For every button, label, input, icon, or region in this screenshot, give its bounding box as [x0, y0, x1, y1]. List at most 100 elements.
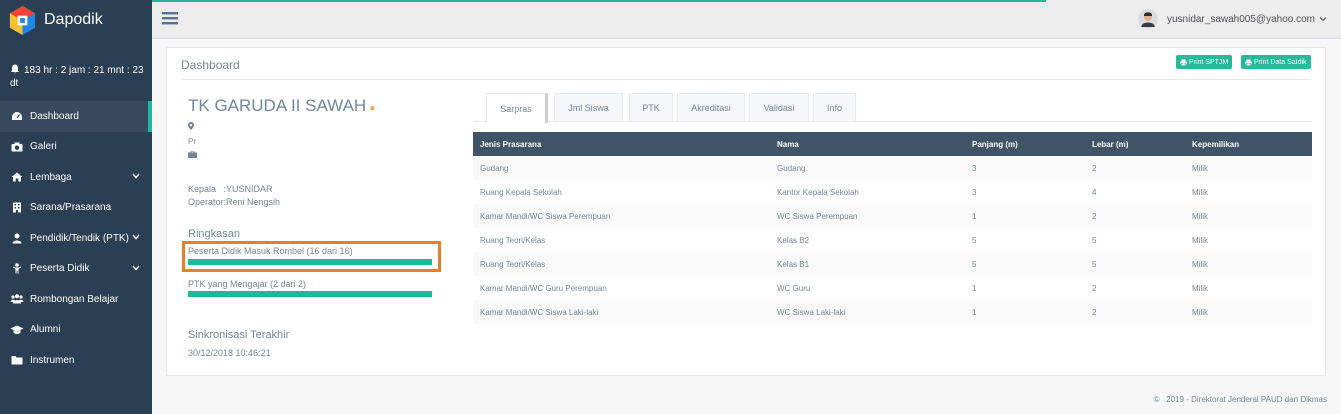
loading-progress-bar	[152, 0, 1046, 2]
sidebar-item-peserta-didik[interactable]: Peserta Didik	[0, 254, 152, 285]
map-marker-icon	[188, 122, 194, 130]
ptk-summary-label: PTK yang Mengajar (2 dari 2)	[188, 279, 307, 289]
table-row[interactable]: Ruang Kepala Sekolah Kantor Kepala Sekola…	[473, 180, 1312, 204]
sidebar-item-alumni[interactable]: Alumni	[0, 315, 152, 346]
print-icon	[1245, 59, 1252, 66]
print-data-satdik-label: Print Data Satdik	[1254, 58, 1307, 66]
brand-name: Dapodik	[44, 11, 103, 28]
table-row[interactable]: Kamar Mandi/WC Guru Perempuan WC Guru 1 2 Mi…	[473, 276, 1312, 300]
table-cell: Gudang	[770, 156, 965, 180]
table-cell: 1	[965, 300, 1085, 324]
table-cell: Milik	[1185, 276, 1312, 300]
sidebar-item-galeri[interactable]: Galeri	[0, 132, 152, 163]
table-row[interactable]: Ruang Teori/Kelas Kelas B1 5 5 Milik	[473, 252, 1312, 276]
dapodik-logo-icon	[9, 5, 36, 35]
sidebar-item-label: Sarana/Prasarana	[30, 202, 112, 214]
building-icon	[10, 202, 24, 214]
tab-info[interactable]: Info	[813, 93, 856, 121]
table-row[interactable]: Ruang Teori/Kelas Kelas B2 5 5 Milik	[473, 228, 1312, 252]
sidebar-item-label: Instrumen	[30, 354, 75, 366]
tab-ptk[interactable]: PTK	[629, 93, 673, 121]
sidebar-item-label: Alumni	[30, 324, 61, 336]
sidebar-item-label: Peserta Didik	[30, 263, 90, 275]
table-cell: 3	[965, 156, 1085, 180]
tab-label: Sarpras	[500, 103, 532, 114]
tab-jml-siswa[interactable]: Jml Siswa	[554, 93, 623, 121]
countdown: 183 hr : 2 jam : 21 mnt : 23 dt	[10, 64, 150, 90]
table-cell: Kamar Mandi/WC Guru Perempuan	[473, 276, 770, 300]
school-type: Pr	[188, 137, 196, 146]
user-menu[interactable]: yusnidar_sawah005@yahoo.com	[1137, 9, 1327, 29]
highlight-box	[182, 241, 441, 272]
tab-sarpras[interactable]: Sarpras	[486, 93, 548, 123]
sidebar-item-dashboard[interactable]: Dashboard	[0, 101, 152, 132]
print-sptjm-label: Print SPTJM	[1189, 58, 1229, 66]
sarpras-table: Jenis Prasarana Nama Panjang (m) Lebar (…	[473, 132, 1312, 324]
table-cell: WC Siswa Perempuan	[770, 204, 965, 228]
table-row[interactable]: Gudang Gudang 3 2 Milik	[473, 156, 1312, 180]
camera-icon	[10, 141, 24, 153]
table-cell: 2	[1085, 156, 1185, 180]
home-icon	[10, 171, 24, 183]
column-header-panjang[interactable]: Panjang (m)	[965, 132, 1085, 156]
column-header-jenis[interactable]: Jenis Prasarana	[473, 132, 770, 156]
avatar	[1137, 9, 1158, 29]
sync-time: 30/12/2018 10:46:21	[188, 348, 271, 358]
table-cell: Kamar Mandi/WC Siswa Perempuan	[473, 204, 770, 228]
table-header-row: Jenis Prasarana Nama Panjang (m) Lebar (…	[473, 132, 1312, 156]
footer-text: © 2019 - Direktorat Jenderal PAUD dan Di…	[1153, 395, 1327, 404]
dashboard-icon	[10, 110, 24, 122]
tab-label: Jml Siswa	[568, 102, 609, 113]
sidebar-item-instrumen[interactable]: Instrumen	[0, 345, 152, 376]
table-cell: 5	[1085, 228, 1185, 252]
user-icon	[10, 232, 24, 244]
table-body: Gudang Gudang 3 2 Milik Ruang Kepala Sekolah K…	[473, 156, 1312, 324]
tab-label: PTK	[642, 102, 660, 113]
sidebar-item-ptk[interactable]: Pendidik/Tendik (PTK)	[0, 223, 152, 254]
sidebar-item-sarana-prasarana[interactable]: Sarana/Prasarana	[0, 193, 152, 224]
table-cell: 3	[965, 180, 1085, 204]
table-cell: 5	[965, 252, 1085, 276]
top-navbar: yusnidar_sawah005@yahoo.com	[152, 0, 1341, 39]
page-title: Dashboard	[181, 58, 240, 72]
brand[interactable]: Dapodik	[0, 0, 152, 40]
table-cell: Ruang Kepala Sekolah	[473, 180, 770, 204]
print-sptjm-button[interactable]: Print SPTJM	[1176, 55, 1233, 69]
column-header-kepemilikan[interactable]: Kepemilikan	[1185, 132, 1312, 156]
table-cell: Ruang Teori/Kelas	[473, 252, 770, 276]
divider	[181, 79, 1311, 80]
summary-title: Ringkasan	[188, 228, 240, 240]
tab-label: Info	[826, 102, 842, 113]
sidebar-item-lembaga[interactable]: Lembaga	[0, 162, 152, 193]
tab-akreditasi[interactable]: Akreditasi	[677, 93, 745, 121]
tab-validasi[interactable]: Validasi	[749, 93, 809, 121]
user-email: yusnidar_sawah005@yahoo.com	[1166, 13, 1315, 25]
table-cell: 1	[965, 204, 1085, 228]
sidebar-item-label: Galeri	[30, 141, 57, 153]
table-row[interactable]: Kamar Mandi/WC Siswa Perempuan WC Siswa P…	[473, 204, 1312, 228]
column-header-lebar[interactable]: Lebar (m)	[1085, 132, 1185, 156]
table-cell: WC Guru	[770, 276, 965, 300]
column-header-nama[interactable]: Nama	[770, 132, 965, 156]
sidebar-item-rombongan-belajar[interactable]: Rombongan Belajar	[0, 284, 152, 315]
hamburger-menu-icon[interactable]	[162, 11, 178, 25]
sidebar: Dapodik 183 hr : 2 jam : 21 mnt : 23 dt …	[0, 0, 152, 414]
table-cell: 4	[1085, 180, 1185, 204]
tab-label: Akreditasi	[691, 102, 731, 113]
table-cell: Gudang	[473, 156, 770, 180]
table-cell: Milik	[1185, 156, 1312, 180]
table-cell: 5	[965, 228, 1085, 252]
chevron-down-icon	[132, 265, 140, 271]
school-officials: Kepala :YUSNIDAR Operator:Reni Nengsih	[188, 183, 280, 209]
table-cell: Milik	[1185, 300, 1312, 324]
table-cell: Kamar Mandi/WC Siswa Laki-laki	[473, 300, 770, 324]
ptk-progress-bar	[188, 291, 432, 297]
chevron-down-icon	[132, 173, 140, 179]
table-row[interactable]: Kamar Mandi/WC Siswa Laki-laki WC Siswa L…	[473, 300, 1312, 324]
users-icon	[10, 293, 24, 305]
print-data-satdik-button[interactable]: Print Data Satdik	[1241, 55, 1311, 69]
table-cell: Kelas B1	[770, 252, 965, 276]
chevron-down-icon	[1319, 17, 1327, 22]
sidebar-item-label: Dashboard	[30, 110, 79, 122]
tab-label: Validasi	[763, 102, 795, 113]
